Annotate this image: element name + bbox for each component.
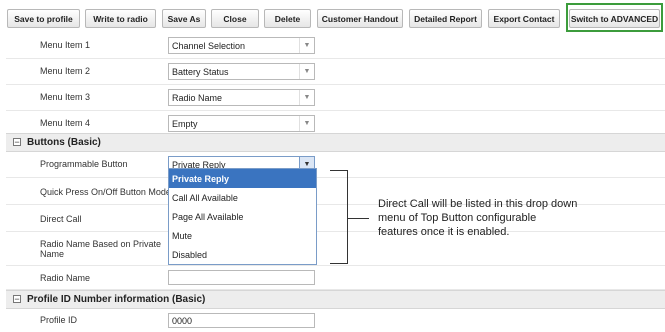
menu-item-label: Menu Item 1 bbox=[40, 40, 91, 50]
delete-button[interactable]: Delete bbox=[264, 9, 311, 28]
select-value: Channel Selection bbox=[172, 41, 246, 51]
menu-item-3-select[interactable]: Radio Name ▼ bbox=[168, 89, 315, 106]
menu-item-2-select[interactable]: Battery Status ▼ bbox=[168, 63, 315, 80]
direct-call-label: Direct Call bbox=[40, 214, 82, 224]
programmable-button-row: Programmable Button Private Reply ▼ bbox=[6, 152, 665, 178]
save-as-button[interactable]: Save As bbox=[162, 9, 206, 28]
radio-name-private-label: Radio Name Based on Private Name bbox=[40, 239, 162, 259]
dropdown-option[interactable]: Page All Available bbox=[169, 207, 316, 226]
menu-item-label: Menu Item 3 bbox=[40, 92, 91, 102]
radio-name-label: Radio Name bbox=[40, 273, 91, 283]
write-to-radio-button[interactable]: Write to radio bbox=[85, 9, 156, 28]
section-title: Profile ID Number information (Basic) bbox=[27, 294, 206, 305]
quick-press-label: Quick Press On/Off Button Mode bbox=[40, 187, 171, 197]
menu-item-4-select[interactable]: Empty ▼ bbox=[168, 115, 315, 132]
profile-section-header[interactable]: − Profile ID Number information (Basic) bbox=[6, 290, 665, 309]
profile-id-input[interactable]: 0000 bbox=[168, 313, 315, 328]
save-to-profile-button[interactable]: Save to profile bbox=[7, 9, 80, 28]
input-value: 0000 bbox=[172, 316, 193, 326]
select-value: Battery Status bbox=[172, 67, 229, 77]
customer-handout-button[interactable]: Customer Handout bbox=[317, 9, 403, 28]
export-contact-button[interactable]: Export Contact bbox=[488, 9, 560, 28]
chevron-down-icon[interactable]: ▼ bbox=[299, 64, 314, 79]
detailed-report-button[interactable]: Detailed Report bbox=[409, 9, 482, 28]
select-value: Empty bbox=[172, 119, 198, 129]
settings-panel: Menu Item 1 Channel Selection ▼ Menu Ite… bbox=[6, 33, 665, 332]
chevron-down-icon[interactable]: ▼ bbox=[299, 38, 314, 53]
callout-pointer bbox=[347, 218, 369, 219]
menu-item-row: Menu Item 1 Channel Selection ▼ bbox=[6, 33, 665, 59]
radio-name-row: Radio Name bbox=[6, 266, 665, 290]
menu-item-row: Menu Item 3 Radio Name ▼ bbox=[6, 85, 665, 111]
dropdown-option[interactable]: Call All Available bbox=[169, 188, 316, 207]
programmable-button-dropdown: Private Reply Call All Available Page Al… bbox=[168, 168, 317, 265]
chevron-down-icon[interactable]: ▼ bbox=[299, 90, 314, 105]
callout-bracket-vertical bbox=[347, 170, 348, 264]
buttons-section-header[interactable]: − Buttons (Basic) bbox=[6, 133, 665, 152]
profile-id-label: Profile ID bbox=[40, 315, 78, 325]
select-value: Radio Name bbox=[172, 93, 223, 103]
menu-item-label: Menu Item 2 bbox=[40, 66, 91, 76]
chevron-down-icon[interactable]: ▼ bbox=[299, 116, 314, 131]
callout-bracket-bottom bbox=[330, 263, 348, 264]
radio-name-input[interactable] bbox=[168, 270, 315, 285]
close-button[interactable]: Close bbox=[211, 9, 259, 28]
dropdown-option[interactable]: Disabled bbox=[169, 245, 316, 264]
dropdown-option[interactable]: Private Reply bbox=[169, 169, 316, 188]
callout-note: Direct Call will be listed in this drop … bbox=[378, 198, 578, 238]
collapse-icon[interactable]: − bbox=[13, 138, 21, 147]
collapse-icon[interactable]: − bbox=[13, 295, 21, 304]
switch-to-advanced-button[interactable]: Switch to ADVANCED bbox=[569, 9, 660, 28]
menu-item-label: Menu Item 4 bbox=[40, 118, 91, 128]
menu-item-1-select[interactable]: Channel Selection ▼ bbox=[168, 37, 315, 54]
callout-bracket-top bbox=[330, 170, 348, 171]
profile-id-row: Profile ID 0000 bbox=[6, 309, 665, 332]
section-title: Buttons (Basic) bbox=[27, 137, 101, 148]
dropdown-option[interactable]: Mute bbox=[169, 226, 316, 245]
toolbar: Save to profile Write to radio Save As C… bbox=[0, 0, 665, 33]
programmable-button-label: Programmable Button bbox=[40, 159, 128, 169]
menu-item-row: Menu Item 2 Battery Status ▼ bbox=[6, 59, 665, 85]
